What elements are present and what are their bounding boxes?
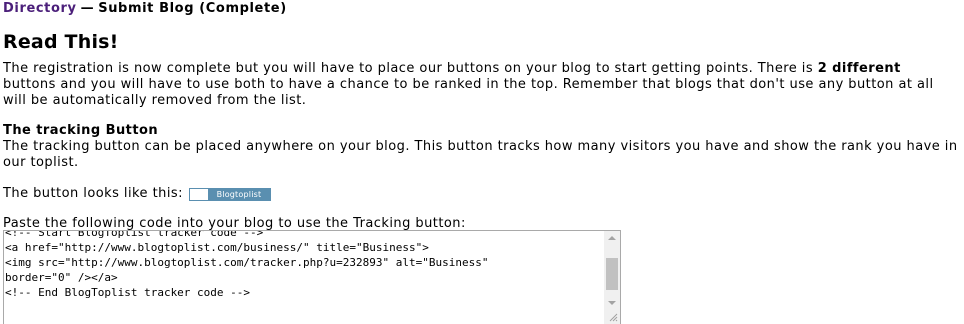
tracking-section-description: The tracking button can be placed anywhe… bbox=[3, 139, 958, 170]
page-title: Read This! bbox=[3, 31, 119, 53]
button-preview-label: The button looks like this: bbox=[3, 186, 183, 201]
scroll-down-arrow-icon[interactable] bbox=[604, 296, 620, 310]
breadcrumb-directory-link[interactable]: Directory bbox=[3, 1, 77, 16]
breadcrumb-current: Submit Blog (Complete) bbox=[98, 1, 287, 16]
badge-text: Blogtoplist bbox=[207, 188, 270, 200]
intro-text-2: buttons and you will have to use both to… bbox=[3, 77, 934, 108]
tracking-section-title: The tracking Button bbox=[3, 123, 159, 138]
scroll-up-arrow-icon[interactable] bbox=[604, 231, 620, 245]
resize-grip-icon[interactable] bbox=[604, 310, 620, 324]
page: Directory — Submit Blog (Complete) Read Th… bbox=[0, 1, 964, 324]
tracking-code-content[interactable]: <!-- Start BlogToplist tracker code --> … bbox=[5, 231, 601, 300]
badge-stripe bbox=[189, 188, 208, 200]
tracking-code-textarea[interactable]: <!-- Start BlogToplist tracker code --> … bbox=[3, 230, 621, 324]
intro-text-1: The registration is now complete but you… bbox=[3, 61, 818, 76]
breadcrumb: Directory — Submit Blog (Complete) bbox=[3, 1, 964, 17]
scroll-thumb[interactable] bbox=[606, 258, 618, 290]
button-preview-row: The button looks like this: Blogtoplist bbox=[3, 185, 964, 203]
blogtoplist-badge[interactable]: Blogtoplist bbox=[188, 187, 271, 201]
breadcrumb-separator: — bbox=[80, 1, 95, 16]
intro-bold-text: 2 different bbox=[817, 61, 901, 76]
intro-paragraph: The registration is now complete but you… bbox=[3, 61, 958, 109]
